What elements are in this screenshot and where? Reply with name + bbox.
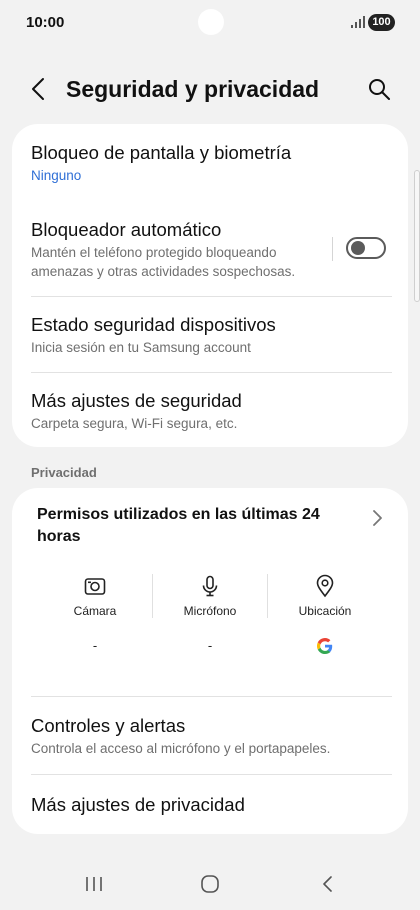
controls-alerts-item[interactable]: Controles y alertas Controla el acceso a… — [12, 697, 408, 773]
more-privacy-settings-item[interactable]: Más ajustes de privacidad — [12, 775, 408, 834]
scrollbar[interactable] — [414, 170, 420, 302]
chevron-right-icon — [373, 510, 382, 526]
permission-camera: Cámara - — [37, 574, 153, 658]
toggle-knob — [351, 241, 365, 255]
permissions-title: Permisos utilizados en las últimas 24 ho… — [37, 506, 320, 545]
item-title: Más ajustes de privacidad — [31, 794, 245, 815]
device-security-status-item[interactable]: Estado seguridad dispositivos Inicia ses… — [12, 297, 408, 372]
status-time: 10:00 — [26, 14, 65, 31]
item-subtitle: Carpeta segura, Wi-Fi segura, etc. — [31, 416, 238, 431]
camera-cutout — [198, 9, 224, 35]
permission-microphone: Micrófono - — [152, 574, 268, 658]
google-icon — [317, 638, 333, 654]
more-security-settings-item[interactable]: Más ajustes de seguridad Carpeta segura,… — [12, 373, 408, 447]
location-icon — [316, 574, 334, 598]
item-title: Más ajustes de seguridad — [31, 390, 242, 411]
app-bar: Seguridad y privacidad — [0, 62, 420, 116]
item-title: Bloqueador automático — [31, 219, 222, 240]
item-subtitle: Ninguno — [31, 168, 82, 183]
camera-icon — [84, 578, 106, 595]
status-bar: 10:00 100 — [0, 0, 420, 46]
permission-location: Ubicación — [267, 574, 383, 658]
auto-blocker-toggle[interactable] — [346, 237, 386, 259]
item-title: Controles y alertas — [31, 715, 186, 736]
search-icon[interactable] — [366, 76, 392, 102]
permission-label: Cámara — [73, 604, 117, 618]
battery-icon: 100 — [368, 14, 395, 31]
permission-label: Micrófono — [183, 604, 237, 618]
item-subtitle: Controla el acceso al micrófono y el por… — [31, 741, 331, 756]
privacy-card: Permisos utilizados en las últimas 24 ho… — [12, 488, 408, 834]
page-title: Seguridad y privacidad — [66, 76, 320, 102]
security-card: Bloqueo de pantalla y biometría Ninguno … — [12, 124, 408, 447]
navigation-bar — [0, 858, 420, 910]
item-subtitle: Mantén el teléfono protegido bloqueando … — [31, 245, 296, 279]
microphone-icon — [202, 575, 218, 597]
item-title: Estado seguridad dispositivos — [31, 314, 276, 335]
recent-apps-icon[interactable] — [82, 872, 106, 896]
item-subtitle: Inicia sesión en tu Samsung account — [31, 340, 251, 355]
item-title: Bloqueo de pantalla y biometría — [31, 142, 292, 163]
back-arrow-icon[interactable] — [26, 76, 52, 102]
home-icon[interactable] — [198, 872, 222, 896]
section-label-privacy: Privacidad — [31, 465, 97, 480]
screen-lock-biometrics-item[interactable]: Bloqueo de pantalla y biometría Ninguno — [12, 124, 408, 194]
permission-value: - — [92, 638, 98, 653]
permission-label: Ubicación — [298, 604, 352, 618]
toggle-separator — [332, 237, 333, 261]
back-icon[interactable] — [316, 872, 340, 896]
permission-app-icons — [267, 638, 383, 658]
permission-value: - — [207, 638, 213, 653]
signal-icon — [351, 16, 365, 28]
permissions-used-item[interactable]: Permisos utilizados en las últimas 24 ho… — [12, 488, 408, 688]
